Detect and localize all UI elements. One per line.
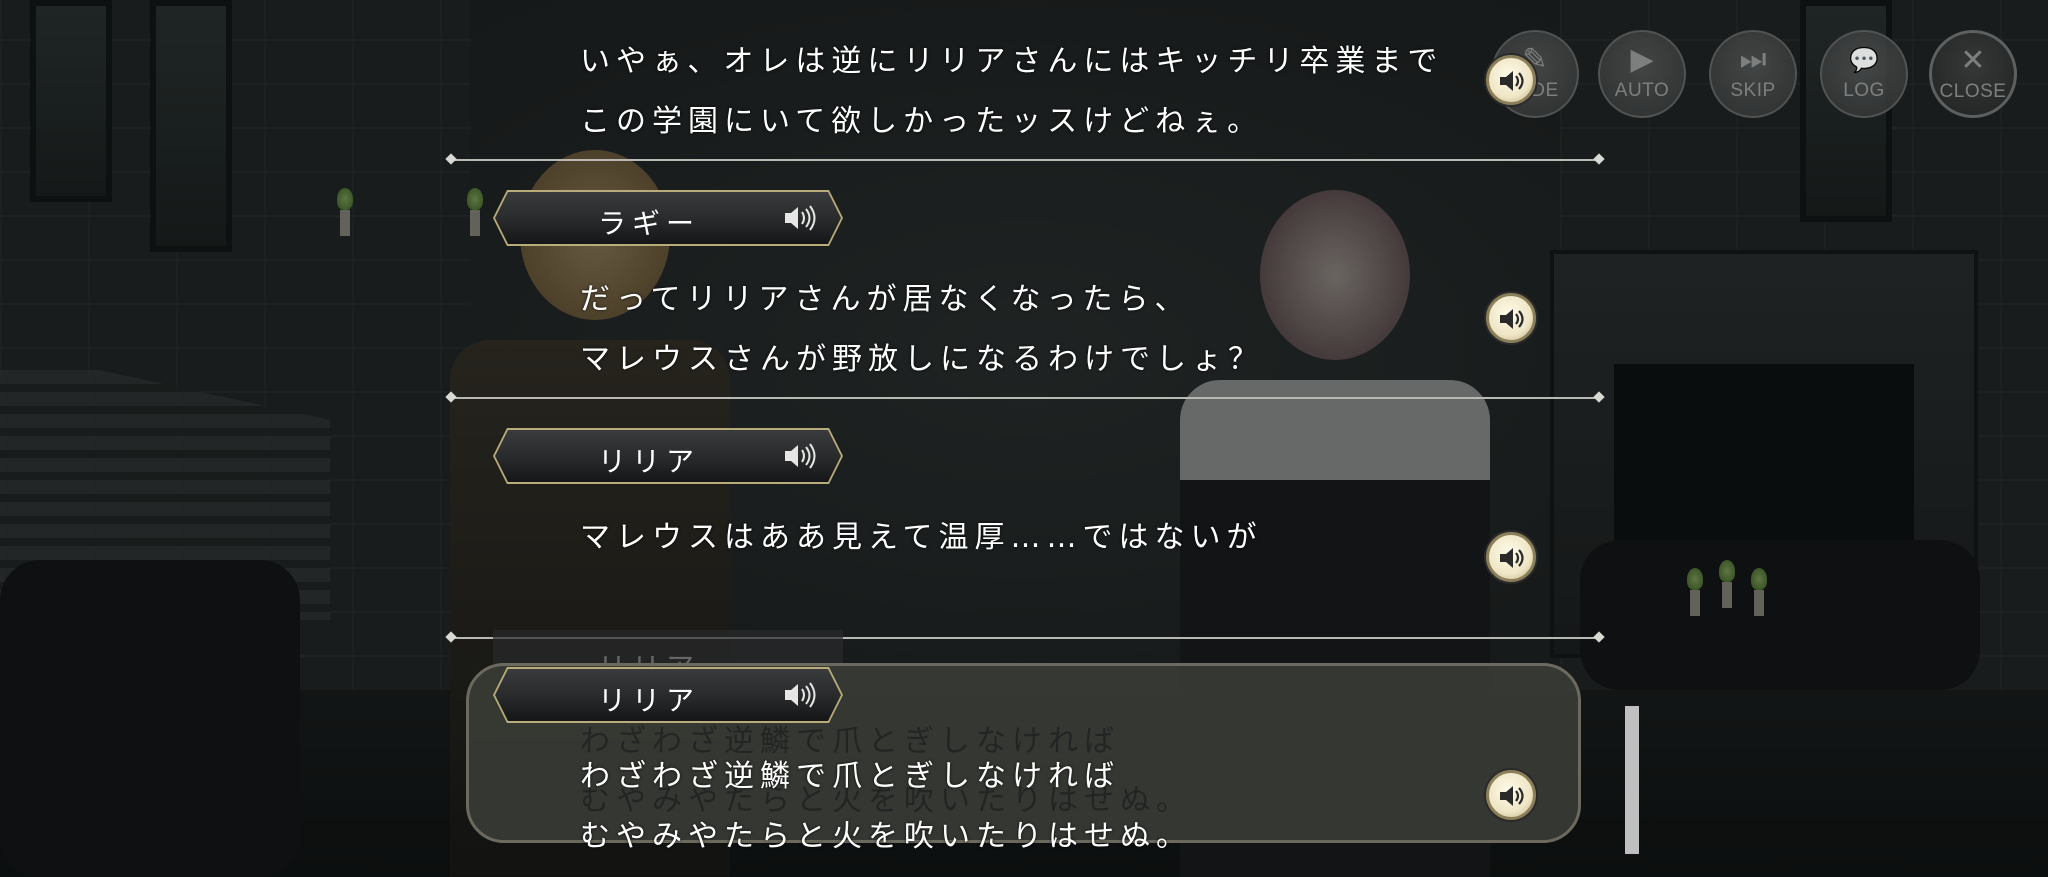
speaker-plate: リリア (493, 428, 843, 484)
speaker-plate: リリア (493, 667, 843, 723)
play-icon: ▶ (1630, 42, 1654, 77)
speaker-icon (1500, 786, 1524, 806)
log-line: わざわざ逆鱗で爪とぎしなければ (580, 759, 1120, 794)
speaker-icon (1500, 548, 1524, 568)
speaker-name: ラギー (598, 207, 701, 240)
speaker-name: リリア (598, 445, 701, 478)
speaker-name: リリア (598, 684, 701, 717)
voice-replay-button[interactable] (1486, 293, 1536, 343)
log-line: マレウスはああ見えて温厚……ではないが (580, 520, 1263, 555)
speaker-plate: ラギー (493, 190, 843, 246)
log-line: いやぁ、オレは逆にリリアさんにはキッチリ卒業まで (580, 44, 1444, 79)
voice-replay-button[interactable] (1486, 55, 1536, 105)
log-line: だってリリアさんが居なくなったら、 (580, 282, 1191, 317)
log-icon: 💬 (1849, 46, 1879, 74)
log-line: むやみやたらと火を吹いたりはせぬ。 (580, 819, 1192, 854)
log-scrollbar[interactable] (1625, 706, 1639, 854)
speaker-icon (783, 442, 817, 470)
entry-divider (450, 159, 1600, 161)
speaker-icon (1500, 71, 1524, 91)
skip-button[interactable]: ⏭ SKIP (1709, 30, 1797, 118)
log-line: マレウスさんが野放しになるわけでしょ？ (580, 342, 1264, 377)
speaker-icon (783, 204, 817, 232)
close-button[interactable]: ✕ CLOSE (1929, 30, 2017, 118)
speaker-icon (783, 681, 817, 709)
log-line: この学園にいて欲しかったッスけどねぇ。 (580, 104, 1264, 139)
skip-icon: ⏭ (1739, 42, 1767, 77)
auto-button[interactable]: ▶ AUTO (1598, 30, 1686, 118)
entry-divider (450, 397, 1600, 399)
speaker-icon (1500, 309, 1524, 329)
close-icon: ✕ (1960, 43, 1986, 78)
voice-replay-button[interactable] (1486, 770, 1536, 820)
voice-replay-button[interactable] (1486, 532, 1536, 582)
log-button[interactable]: 💬 LOG (1820, 30, 1908, 118)
